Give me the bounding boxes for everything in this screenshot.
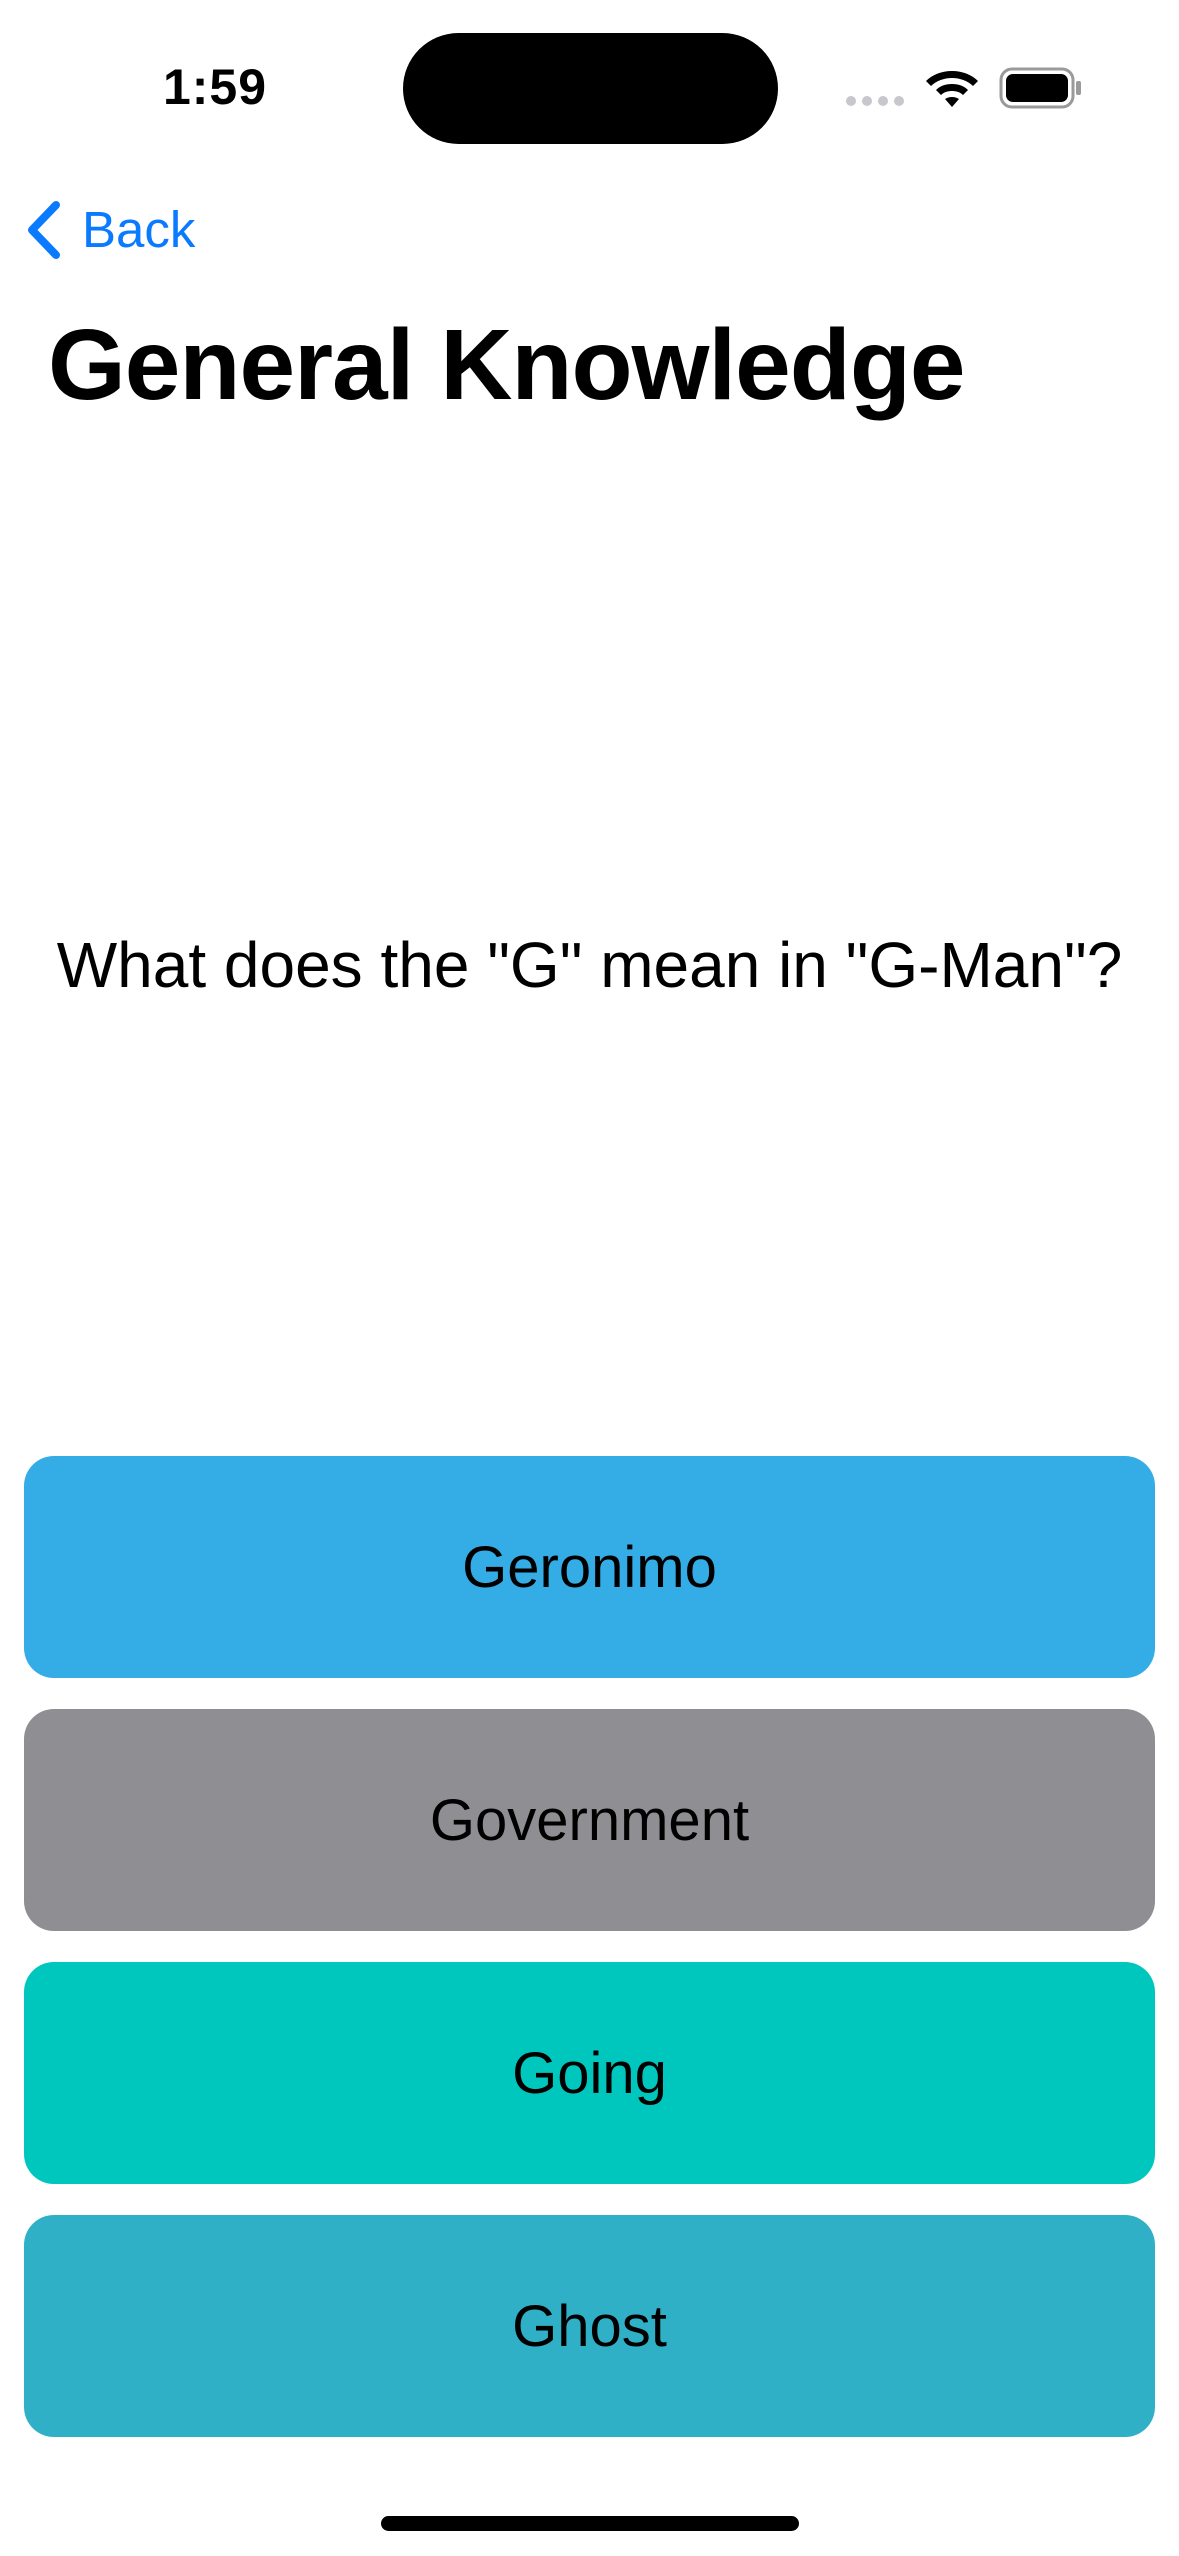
status-time: 1:59: [162, 59, 268, 115]
question-text: What does the "G" mean in "G-Man"?: [56, 929, 1123, 1001]
answer-button-going[interactable]: Going: [24, 1962, 1155, 2184]
chevron-left-icon: [28, 201, 60, 259]
home-indicator: [381, 2516, 799, 2531]
back-button[interactable]: Back: [22, 190, 195, 270]
answer-label: Geronimo: [462, 1534, 717, 1600]
dynamic-island: [403, 33, 778, 144]
battery-icon: [999, 67, 1081, 109]
cellular-signal-icon: [846, 96, 906, 106]
answer-label: Ghost: [512, 2293, 667, 2359]
answer-label: Going: [512, 2040, 667, 2106]
answer-label: Government: [429, 1787, 750, 1853]
page-title: General Knowledge: [48, 309, 966, 421]
back-label: Back: [82, 201, 196, 258]
answer-button-geronimo[interactable]: Geronimo: [24, 1456, 1155, 1678]
wifi-icon: [926, 71, 978, 107]
answer-button-government[interactable]: Government: [24, 1709, 1155, 1931]
answer-button-ghost[interactable]: Ghost: [24, 2215, 1155, 2437]
